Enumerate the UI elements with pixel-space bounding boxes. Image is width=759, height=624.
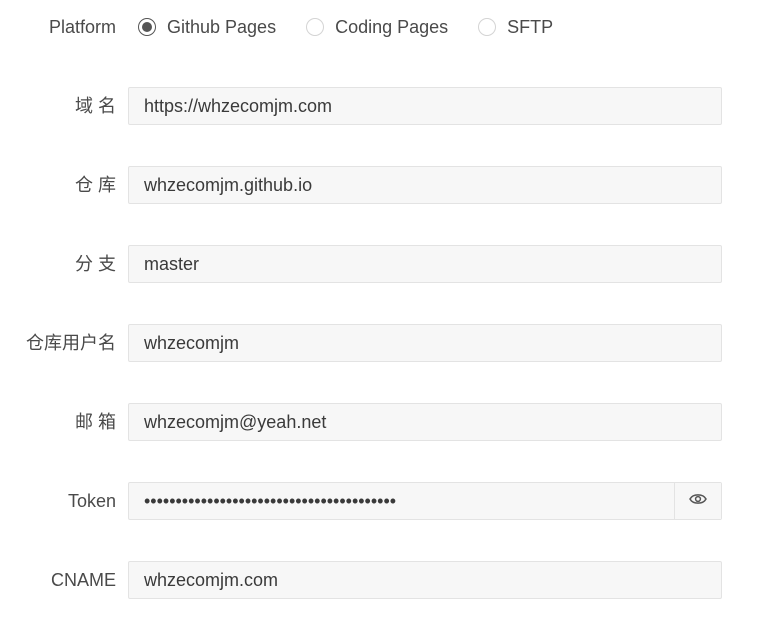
radio-coding-pages[interactable]: Coding Pages (306, 17, 448, 38)
cname-row: CNAME (0, 561, 759, 599)
radio-dot-checked[interactable] (138, 18, 156, 36)
email-label: 邮 箱 (74, 412, 116, 432)
cname-input[interactable] (129, 562, 704, 598)
radio-dot[interactable] (478, 18, 497, 36)
branch-field[interactable] (128, 245, 722, 283)
radio-label-coding-pages: Coding Pages (335, 16, 449, 37)
domain-row: 域 名 (0, 87, 759, 125)
token-label: Token (67, 491, 116, 511)
username-row: 仓库用户名 (0, 324, 759, 362)
email-field[interactable] (128, 403, 722, 441)
radio-label-github-pages: Github Pages (167, 16, 277, 37)
radio-sftp[interactable]: SFTP (478, 17, 553, 38)
publish-settings-form: Platform Github Pages Coding Pages SFTP … (0, 0, 759, 624)
platform-row: Platform Github Pages Coding Pages SFTP (0, 8, 759, 46)
platform-radio-group: Github Pages Coding Pages SFTP (138, 8, 583, 46)
token-field[interactable] (128, 482, 722, 520)
domain-label: 域 名 (74, 96, 116, 116)
branch-label: 分 支 (74, 254, 116, 274)
platform-label: Platform (48, 17, 116, 37)
cname-label: CNAME (50, 570, 116, 590)
token-row: Token (0, 482, 759, 520)
email-input[interactable] (129, 404, 704, 440)
repository-input[interactable] (129, 167, 704, 203)
email-row: 邮 箱 (0, 403, 759, 441)
branch-row: 分 支 (0, 245, 759, 283)
repository-row: 仓 库 (0, 166, 759, 204)
repository-label: 仓 库 (74, 175, 116, 195)
username-input[interactable] (129, 325, 704, 361)
username-label: 仓库用户名 (26, 333, 116, 353)
eye-icon (689, 492, 707, 510)
cname-field[interactable] (128, 561, 722, 599)
repository-field[interactable] (128, 166, 722, 204)
domain-input[interactable] (129, 88, 704, 124)
radio-github-pages[interactable]: Github Pages (138, 17, 276, 38)
radio-dot[interactable] (306, 18, 325, 36)
radio-label-sftp: SFTP (507, 16, 554, 37)
branch-input[interactable] (129, 246, 704, 282)
token-input[interactable] (129, 483, 664, 519)
domain-field[interactable] (128, 87, 722, 125)
username-field[interactable] (128, 324, 722, 362)
toggle-visibility-button[interactable] (674, 483, 721, 519)
